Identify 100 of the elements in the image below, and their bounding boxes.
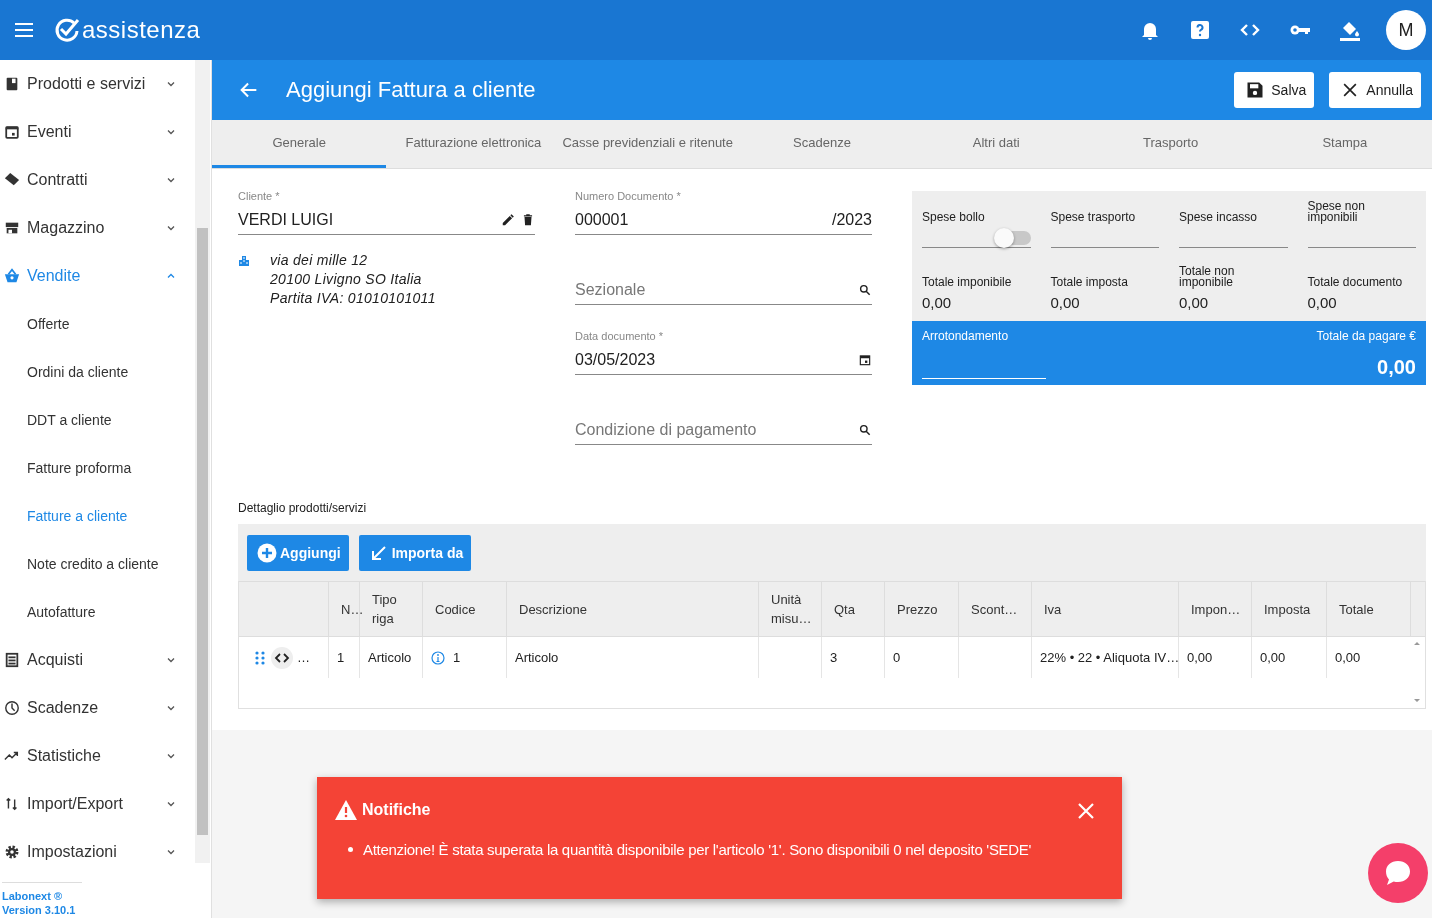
column-header[interactable]: Codice: [422, 582, 506, 636]
amount-field[interactable]: [922, 229, 1031, 248]
import-button[interactable]: Importa da: [358, 534, 472, 571]
floppy-icon: [1245, 80, 1266, 100]
column-header[interactable]: Imposta: [1251, 582, 1326, 636]
tab[interactable]: Trasporto: [1083, 120, 1258, 168]
page-title: Aggiungi Fattura a cliente: [286, 77, 537, 103]
sidebar-item[interactable]: Eventi: [0, 108, 195, 156]
column-header[interactable]: Totale: [1326, 582, 1410, 636]
table-cell: 1: [422, 637, 506, 678]
store-icon: [4, 220, 20, 236]
table-cell: 0: [884, 637, 958, 678]
total-label: Totale imponibile: [922, 277, 1013, 288]
notification-title: Notifiche: [362, 801, 431, 819]
notification-message: Attenzione! È stata superata la quantità disponibile per l'articolo '1'. Sono disponibili 0 nel deposito 'SEDE': [363, 841, 1032, 858]
field-label: Spese bollo: [922, 212, 986, 223]
add-button[interactable]: Aggiungi: [247, 534, 349, 571]
search-icon[interactable]: [858, 283, 872, 297]
bullet-icon: [348, 847, 353, 852]
sezionale-field[interactable]: Sezionale: [575, 276, 872, 305]
clock-icon: [4, 700, 20, 716]
table-cell: …: [297, 650, 310, 665]
client-field[interactable]: VERDI LUIGI: [238, 206, 535, 235]
field-label: Cliente *: [238, 190, 281, 202]
sidebar-subitem[interactable]: Autofatture: [0, 588, 195, 636]
client-address: via dei mille 12 20100 Livigno SO Italia Partita IVA: 01010101011: [270, 251, 436, 308]
list-icon: [4, 652, 20, 668]
book-icon: [4, 76, 20, 92]
payment-condition-field[interactable]: Condizione di pagamento: [575, 416, 872, 445]
field-label: Data documento *: [575, 330, 665, 342]
sidebar-subitem[interactable]: DDT a cliente: [0, 396, 195, 444]
settings-icon: [4, 844, 20, 860]
tab[interactable]: Altri dati: [909, 120, 1084, 168]
search-icon[interactable]: [858, 423, 872, 437]
tab[interactable]: Casse previdenziali e ritenute: [560, 120, 735, 168]
total-value: 0,00: [1307, 294, 1338, 311]
sidebar-item[interactable]: Vendite: [0, 252, 195, 300]
cancel-button[interactable]: Annulla: [1329, 72, 1421, 108]
sidebar-subitem[interactable]: Offerte: [0, 300, 195, 348]
pencil-icon[interactable]: [501, 213, 515, 227]
column-header[interactable]: Prezzo: [884, 582, 958, 636]
close-button[interactable]: [1076, 801, 1096, 821]
table-cell: 22% • 22 • Aliquota IV…: [1031, 637, 1178, 678]
version-text: Labonext ®: [2, 889, 64, 903]
table-cell: 3: [821, 637, 884, 678]
sidebar-item[interactable]: Scadenze: [0, 684, 195, 732]
table-cell: Articolo: [359, 637, 422, 678]
sidebar-item[interactable]: Statistiche: [0, 732, 195, 780]
sidebar-item[interactable]: Magazzino: [0, 204, 195, 252]
toggle-switch[interactable]: [996, 231, 1031, 245]
tab[interactable]: Fatturazione elettronica: [386, 120, 561, 168]
info-icon[interactable]: [431, 650, 445, 665]
sidebar-subitem[interactable]: Note credito a cliente: [0, 540, 195, 588]
sidebar-item[interactable]: Import/Export: [0, 780, 195, 828]
total-due-label: Totale da pagare €: [1316, 329, 1416, 343]
total-label: Totale documento: [1307, 277, 1404, 288]
sidebar-item[interactable]: Impostazioni: [0, 828, 195, 876]
table-cell: 0,00: [1326, 637, 1410, 678]
document-number-field[interactable]: 000001 /2023: [575, 206, 872, 235]
rounding-label: Arrotondamento: [922, 329, 1010, 343]
column-header[interactable]: Impon…: [1178, 582, 1251, 636]
plus-circle-icon: [257, 542, 277, 563]
calendar-icon: [4, 124, 20, 140]
logo-text: assistenza: [82, 16, 201, 44]
tab[interactable]: Stampa: [1257, 120, 1432, 168]
total-label: Totale imposta: [1050, 277, 1129, 288]
field-label: Numero Documento *: [575, 190, 682, 202]
total-value: 0,00: [922, 294, 953, 311]
table-cell: Articolo: [506, 637, 758, 678]
drag-handle-icon[interactable]: [253, 650, 267, 665]
help-icon[interactable]: [1188, 18, 1212, 42]
warning-icon: [334, 799, 358, 821]
sidebar-subitem[interactable]: Fatture a cliente: [0, 492, 195, 540]
sidebar-item[interactable]: Prodotti e servizi: [0, 60, 195, 108]
building-icon: [238, 255, 250, 267]
tab[interactable]: Scadenze: [734, 120, 910, 168]
column-header[interactable]: Iva: [1031, 582, 1178, 636]
field-label: Spese trasporto: [1050, 212, 1137, 223]
sidebar-subitem[interactable]: Ordini da cliente: [0, 348, 195, 396]
trash-icon[interactable]: [521, 213, 535, 227]
sidebar-subitem[interactable]: Fatture proforma: [0, 444, 195, 492]
close-icon: [1076, 801, 1096, 821]
field-label: Spese non imponibili: [1307, 201, 1366, 223]
user-avatar[interactable]: M: [1386, 10, 1426, 50]
save-button[interactable]: Salva: [1234, 72, 1315, 108]
section-title: Dettaglio prodotti/servizi: [238, 501, 368, 515]
date-field[interactable]: 03/05/2023: [575, 346, 872, 375]
table-cell: 1: [328, 637, 359, 678]
calendar-icon[interactable]: [858, 353, 872, 367]
column-header[interactable]: Unità misu…: [758, 582, 821, 636]
sidebar-item[interactable]: Acquisti: [0, 636, 195, 684]
column-header[interactable]: Descrizione: [506, 582, 758, 636]
version-text: Version 3.10.1: [2, 903, 77, 917]
column-header[interactable]: Qta: [821, 582, 884, 636]
total-label: Totale non imponibile: [1179, 266, 1236, 288]
column-header[interactable]: Scont…: [958, 582, 1031, 636]
code-button[interactable]: [271, 646, 293, 669]
sidebar-item[interactable]: Contratti: [0, 156, 195, 204]
table-cell: 0,00: [1178, 637, 1251, 678]
scrollbar[interactable]: [195, 60, 210, 863]
